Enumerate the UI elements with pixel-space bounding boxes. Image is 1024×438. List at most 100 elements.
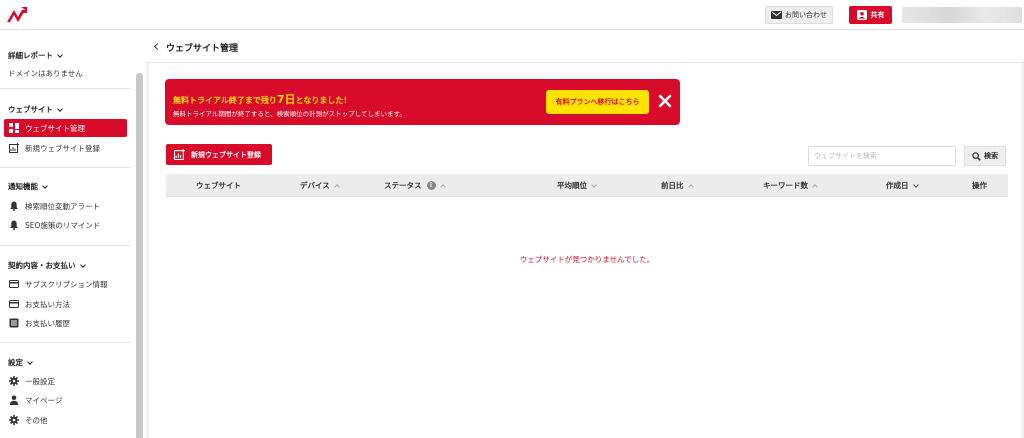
share-label: 共有 (870, 11, 885, 19)
sidebar-item-label: SEO施策のリマインド (25, 220, 101, 230)
add-website-button[interactable]: 新規ウェブサイト登録 (166, 144, 272, 165)
column-header-label: ステータス (384, 181, 422, 190)
sidebar-item-label: 新規ウェブサイト登録 (25, 143, 100, 153)
trial-title-after: となりました！ (295, 96, 352, 105)
column-header-day-change[interactable]: 前日比 (661, 174, 694, 197)
trial-days-remaining: 7日 (276, 93, 296, 106)
website-search-input[interactable] (808, 146, 956, 166)
chevron-down-icon (57, 51, 63, 58)
column-header-keyword-count[interactable]: キーワード数 (763, 174, 818, 197)
page-header: ウェブサイト管理 (146, 30, 1024, 63)
sidebar-item-payment-history[interactable]: お支払い履歴 (4, 314, 127, 332)
sort-descending-icon (591, 181, 597, 188)
sidebar-item-label: お支払い方法 (25, 299, 70, 309)
sidebar-item-website-management[interactable]: ウェブサイト管理 (4, 119, 127, 137)
column-header-avg-rank[interactable]: 平均順位 (557, 174, 597, 197)
sidebar-item-mypage[interactable]: マイページ (4, 391, 127, 409)
column-header-label: 操作 (972, 181, 987, 190)
sidebar: 詳細レポート ドメインはありません ウェブサイト ウェブサイト管理 新規ウェブサ… (0, 30, 146, 438)
trial-banner-subtitle: 無料トライアル期間が終了すると、検索順位の計測がストップしてしまいます。 (173, 110, 406, 118)
sidebar-item-label: その他 (25, 415, 48, 425)
person-badge-icon (856, 10, 867, 20)
column-header-label: 作成日 (886, 181, 909, 190)
table-header: ウェブサイト デバイス ステータス i 平均順位 前日比 キーワード数 作成日 操… (166, 174, 1008, 197)
sidebar-item-label: お支払い履歴 (25, 318, 70, 328)
share-button[interactable]: 共有 (849, 6, 892, 24)
divider (0, 245, 131, 246)
search-icon (972, 151, 981, 161)
sidebar-item-general-settings[interactable]: 一般設定 (4, 372, 127, 390)
divider (0, 88, 131, 89)
sidebar-item-label: 一般設定 (25, 376, 55, 386)
contact-button[interactable]: お問い合わせ (765, 6, 833, 24)
content-panel: 無料トライアル終了まで残り7日となりました！ 無料トライアル期間が終了すると、検… (149, 63, 1021, 438)
trial-title-before: 無料トライアル終了まで残り (173, 96, 277, 105)
gear-icon (9, 415, 19, 425)
column-header-created-date[interactable]: 作成日 (886, 174, 919, 197)
section-title-reports[interactable]: 詳細レポート (8, 50, 63, 61)
card-icon (9, 300, 19, 308)
sidebar-item-subscription[interactable]: サブスクリプション情報 (4, 275, 127, 293)
divider (0, 342, 131, 343)
section-title-label: 詳細レポート (8, 51, 53, 60)
add-chart-icon (174, 149, 185, 160)
close-icon[interactable] (658, 94, 672, 108)
empty-table-message: ウェブサイトが見つかりませんでした。 (519, 255, 655, 264)
section-title-label: ウェブサイト (8, 105, 53, 114)
sidebar-scrollbar[interactable] (136, 73, 143, 438)
sidebar-item-label: ウェブサイト管理 (25, 123, 85, 133)
section-title-notifications[interactable]: 通知機能 (8, 181, 48, 192)
bell-icon (10, 220, 18, 230)
info-icon[interactable]: i (426, 181, 436, 190)
logo-icon[interactable] (6, 6, 28, 24)
back-chevron-icon[interactable] (153, 42, 162, 51)
sort-ascending-icon (687, 184, 694, 190)
column-header-actions: 操作 (972, 174, 987, 197)
divider (0, 167, 131, 168)
section-title-label: 通知機能 (8, 182, 38, 191)
sort-ascending-icon (439, 184, 446, 190)
section-title-billing[interactable]: 契約内容・お支払い (8, 260, 86, 271)
sidebar-item-label: マイページ (25, 395, 63, 405)
column-header-label: ウェブサイト (196, 181, 241, 190)
sort-ascending-icon (812, 184, 818, 190)
upgrade-plan-button[interactable]: 有料プランへ移行はこちら (546, 90, 649, 114)
section-title-label: 契約内容・お支払い (8, 261, 76, 270)
sidebar-item-rank-alert[interactable]: 検索順位変動アラート (4, 197, 127, 215)
column-header-label: 前日比 (661, 181, 684, 190)
add-website-label: 新規ウェブサイト登録 (191, 150, 261, 159)
main-area: ウェブサイト管理 無料トライアル終了まで残り7日となりました！ 無料トライアル期… (146, 30, 1024, 438)
dashboard-icon (9, 123, 19, 133)
sidebar-item-seo-reminder[interactable]: SEO施策のリマインド (4, 216, 127, 234)
column-header-device[interactable]: デバイス (300, 174, 340, 197)
mail-icon (771, 11, 782, 19)
add-chart-icon (9, 143, 19, 153)
column-header-website[interactable]: ウェブサイト (196, 174, 241, 197)
column-header-status[interactable]: ステータス i (384, 174, 446, 197)
chevron-down-icon (27, 358, 33, 365)
chevron-down-icon (79, 261, 86, 268)
trial-banner-title: 無料トライアル終了まで残り7日となりました！ (173, 91, 351, 107)
sidebar-item-payment-method[interactable]: お支払い方法 (4, 295, 127, 313)
page-title: ウェブサイト管理 (166, 44, 239, 54)
sort-ascending-icon (333, 184, 340, 190)
section-title-settings[interactable]: 設定 (8, 357, 33, 368)
user-account-menu[interactable] (902, 7, 1022, 23)
contact-label: お問い合わせ (785, 11, 827, 19)
section-title-label: 設定 (8, 358, 23, 367)
gear-icon (9, 376, 19, 386)
sidebar-item-other[interactable]: その他 (4, 411, 127, 429)
search-button-label: 検索 (984, 152, 998, 160)
chevron-down-icon (57, 105, 63, 112)
search-button[interactable]: 検索 (964, 146, 1006, 166)
sidebar-item-new-website[interactable]: 新規ウェブサイト登録 (4, 139, 127, 157)
sidebar-item-label: サブスクリプション情報 (25, 279, 108, 289)
chevron-down-icon (42, 182, 48, 189)
person-icon (9, 395, 19, 405)
list-icon (9, 318, 19, 328)
section-title-website[interactable]: ウェブサイト (8, 104, 63, 115)
bell-icon (10, 201, 18, 211)
trial-banner: 無料トライアル終了まで残り7日となりました！ 無料トライアル期間が終了すると、検… (165, 79, 680, 125)
card-icon (9, 280, 19, 288)
sort-descending-icon (912, 181, 919, 188)
